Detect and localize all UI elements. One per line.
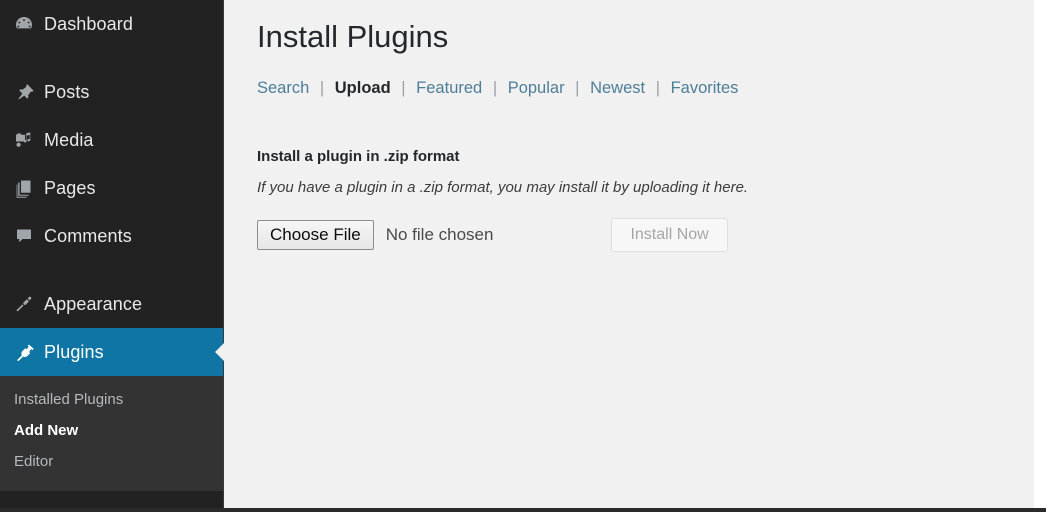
pin-icon <box>14 82 44 102</box>
tab-search[interactable]: Search <box>257 79 309 97</box>
page-title: Install Plugins <box>257 19 449 54</box>
sidebar-item-comments[interactable]: Comments <box>0 212 223 260</box>
dashboard-gauge-icon <box>14 14 44 34</box>
plug-icon <box>14 342 44 362</box>
sidebar-item-plugins[interactable]: Plugins <box>0 328 224 376</box>
plugins-submenu: Installed Plugins Add New Editor <box>0 376 223 491</box>
sidebar-item-label: Posts <box>44 81 90 102</box>
tab-popular[interactable]: Popular <box>508 79 565 97</box>
comment-bubble-icon <box>14 226 44 246</box>
submenu-item-installed-plugins[interactable]: Installed Plugins <box>0 384 223 415</box>
sidebar-item-label: Dashboard <box>44 13 133 34</box>
right-edge-rail <box>1034 0 1046 508</box>
plugin-zip-file-input[interactable]: Choose File No file chosen <box>257 219 494 250</box>
sidebar-item-label: Plugins <box>44 341 104 362</box>
submenu-item-add-new[interactable]: Add New <box>0 415 223 446</box>
choose-file-button[interactable]: Choose File <box>257 219 374 250</box>
wordpress-admin-screen: Dashboard Posts Media Pages Comments App… <box>0 0 1046 512</box>
sidebar-item-label: Appearance <box>44 293 143 314</box>
file-chosen-status: No file chosen <box>385 224 494 244</box>
separator: | <box>319 78 325 97</box>
sidebar-item-label: Media <box>44 129 94 150</box>
sidebar-item-media[interactable]: Media <box>0 116 223 164</box>
tab-newest[interactable]: Newest <box>590 79 645 97</box>
upload-section-heading: Install a plugin in .zip format <box>257 147 460 165</box>
current-menu-arrow-icon <box>215 343 224 361</box>
separator: | <box>575 78 580 97</box>
sidebar-item-posts[interactable]: Posts <box>0 68 223 116</box>
sidebar-item-dashboard[interactable]: Dashboard <box>0 0 223 48</box>
paintbrush-icon <box>14 294 44 314</box>
pages-stack-icon <box>14 178 44 198</box>
separator: | <box>492 78 498 97</box>
sidebar-item-label: Comments <box>44 225 132 246</box>
main-content-area: Install Plugins Search | Upload | Featur… <box>225 0 1046 508</box>
plugin-filter-links: Search | Upload | Featured | Popular | N… <box>257 79 1046 98</box>
separator: | <box>401 78 406 97</box>
menu-group-separator <box>0 260 223 280</box>
admin-sidebar-menu: Dashboard Posts Media Pages Comments App… <box>0 0 224 508</box>
upload-form-row: Choose File No file chosen Install Now <box>257 217 1046 252</box>
sidebar-item-pages[interactable]: Pages <box>0 164 223 212</box>
install-now-button[interactable]: Install Now <box>611 217 728 252</box>
tab-upload[interactable]: Upload <box>335 79 391 97</box>
sidebar-item-label: Pages <box>44 177 96 198</box>
menu-group-separator <box>0 48 223 68</box>
upload-section-description: If you have a plugin in a .zip format, y… <box>257 178 749 196</box>
separator: | <box>655 78 660 97</box>
submenu-item-editor[interactable]: Editor <box>0 446 223 477</box>
camera-music-icon <box>14 130 44 150</box>
sidebar-item-appearance[interactable]: Appearance <box>0 280 223 328</box>
tab-favorites[interactable]: Favorites <box>671 79 739 97</box>
tab-featured[interactable]: Featured <box>416 79 482 97</box>
